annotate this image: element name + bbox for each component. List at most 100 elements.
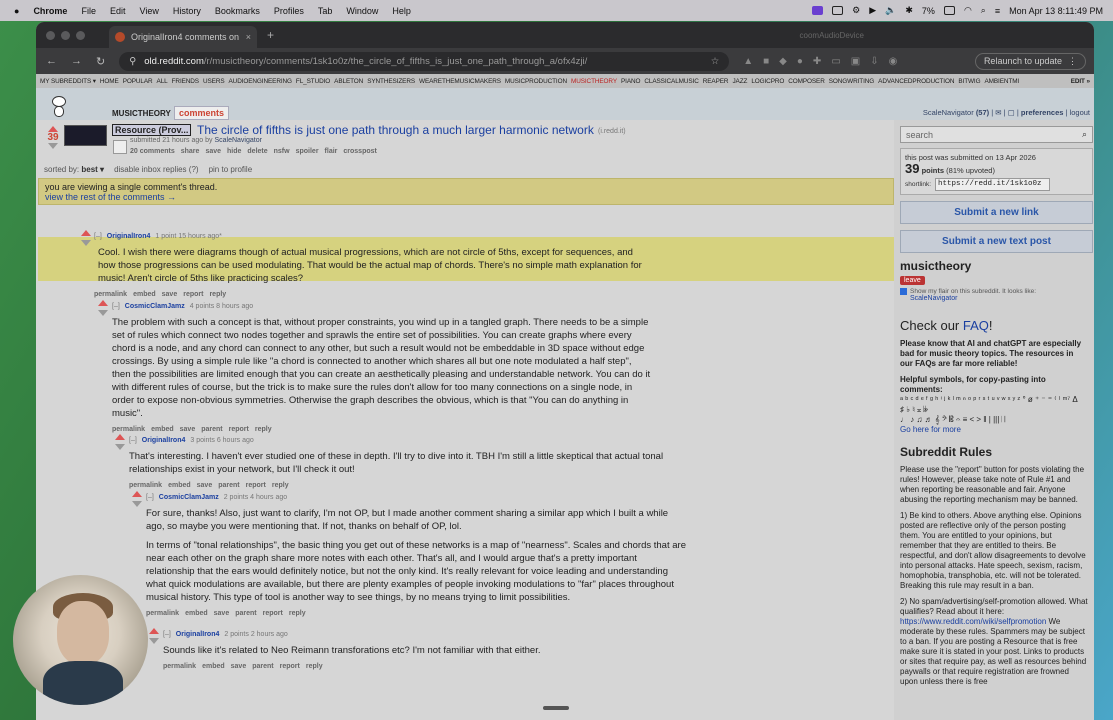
extension-icon[interactable]: ■	[763, 56, 769, 67]
menu-edit[interactable]: Edit	[110, 6, 126, 16]
menu-view[interactable]: View	[139, 6, 158, 16]
battery-icon[interactable]	[943, 6, 955, 15]
puzzle-icon[interactable]: ✚	[813, 56, 821, 67]
menu-bookmarks[interactable]: Bookmarks	[215, 6, 260, 16]
upvote-icon[interactable]	[149, 628, 159, 634]
menu-history[interactable]: History	[173, 6, 201, 16]
webcam-overlay[interactable]	[13, 575, 148, 705]
sr-item[interactable]: BITWIG	[958, 78, 980, 85]
sr-item[interactable]: MY SUBREDDITS ▾	[40, 77, 96, 85]
sr-item[interactable]: CLASSICALMUSIC	[644, 78, 698, 85]
collapse-toggle[interactable]: [–]	[146, 491, 154, 504]
comment-author[interactable]: CosmicClamJamz	[125, 300, 185, 313]
collapse-toggle[interactable]: [–]	[163, 628, 171, 641]
comments-link[interactable]: 20 comments	[130, 148, 175, 155]
sr-item[interactable]: WEARETHEMUSICMAKERS	[419, 78, 501, 85]
menu-window[interactable]: Window	[346, 6, 378, 16]
sr-item[interactable]: FRIENDS	[172, 78, 199, 85]
spoiler-link[interactable]: spoiler	[296, 148, 319, 155]
apple-icon[interactable]: ●	[14, 6, 19, 16]
comment-author[interactable]: OriginalIron4	[142, 434, 186, 447]
play-icon[interactable]: ▶	[869, 5, 876, 16]
collapse-toggle[interactable]: [–]	[129, 434, 137, 447]
view-all-comments-link[interactable]: view the rest of the comments →	[45, 192, 887, 202]
site-info-icon[interactable]: ⚲	[129, 56, 136, 67]
shortlink-field[interactable]: https://redd.it/1sk1o0z	[935, 178, 1051, 191]
sr-item[interactable]: ALL	[157, 78, 168, 85]
sr-item[interactable]: USERS	[203, 78, 225, 85]
embed-link[interactable]: embed	[202, 660, 225, 673]
downvote-icon[interactable]	[98, 310, 108, 316]
reply-link[interactable]: reply	[289, 607, 306, 620]
tab-active[interactable]: OriginalIron4 comments on Th ×	[109, 26, 257, 48]
extension-icon[interactable]: ●	[797, 56, 803, 67]
comment-author[interactable]: OriginalIron4	[107, 230, 151, 243]
faq-link[interactable]: FAQ	[963, 318, 989, 333]
sidepanel-icon[interactable]: ▭	[831, 56, 840, 67]
sr-item[interactable]: REAPER	[703, 78, 729, 85]
relaunch-button[interactable]: Relaunch to update ⋮	[974, 52, 1086, 70]
downvote-icon[interactable]	[132, 501, 142, 507]
reload-icon[interactable]: ↻	[96, 55, 105, 68]
sr-item[interactable]: LOGICPRO	[751, 78, 784, 85]
mail-icon[interactable]: | ✉ | ▢ |	[991, 108, 1021, 117]
share-link[interactable]: share	[181, 148, 200, 155]
scroll-handle[interactable]	[543, 706, 569, 710]
post-thumbnail[interactable]	[64, 125, 107, 146]
sr-edit[interactable]: EDIT »	[1071, 78, 1090, 85]
spotlight-icon[interactable]: ⌕	[981, 5, 986, 16]
menu-tab[interactable]: Tab	[318, 6, 333, 16]
parent-link[interactable]: parent	[252, 660, 273, 673]
menu-app[interactable]: Chrome	[33, 6, 67, 16]
sr-item[interactable]: PIANO	[621, 78, 640, 85]
wifi-icon[interactable]: ◠	[964, 5, 972, 16]
upvote-icon[interactable]	[98, 300, 108, 306]
comment-author[interactable]: CosmicClamJamz	[159, 491, 219, 504]
upvote-icon[interactable]	[115, 434, 125, 440]
downvote-icon[interactable]	[81, 240, 91, 246]
preferences-link[interactable]: preferences	[1021, 108, 1064, 117]
downvote-icon[interactable]	[48, 143, 58, 149]
crosspost-link[interactable]: crosspost	[343, 148, 376, 155]
menu-profiles[interactable]: Profiles	[274, 6, 304, 16]
selfpromotion-link[interactable]: https://www.reddit.com/wiki/selfpromotio…	[900, 617, 1046, 626]
reply-link[interactable]: reply	[306, 660, 323, 673]
sr-item-active[interactable]: MUSICTHEORY	[571, 78, 617, 85]
report-link[interactable]: report	[263, 607, 283, 620]
permalink-link[interactable]: permalink	[163, 660, 196, 673]
permalink-link[interactable]: permalink	[146, 607, 179, 620]
clock[interactable]: Mon Apr 13 8:11:49 PM	[1009, 6, 1103, 16]
download-icon[interactable]: ⇩	[870, 56, 878, 67]
sr-item[interactable]: POPULAR	[123, 78, 153, 85]
sort-dropdown[interactable]: best ▾	[81, 165, 104, 174]
forward-icon[interactable]: →	[71, 55, 82, 68]
collapse-toggle[interactable]: [–]	[94, 230, 102, 243]
new-tab-icon[interactable]: +	[267, 28, 274, 42]
extension-icon[interactable]: ▲	[743, 56, 753, 67]
go-here-link[interactable]: Go here for more	[900, 425, 961, 434]
sr-item[interactable]: COMPOSER	[788, 78, 825, 85]
help-link[interactable]: (?)	[189, 165, 199, 174]
sidebar-sub-name[interactable]: musictheory	[900, 259, 1088, 273]
hide-link[interactable]: hide	[227, 148, 241, 155]
post-domain[interactable]: (i.redd.it)	[598, 128, 626, 135]
sr-item[interactable]: ADVANCEDPRODUCTION	[878, 78, 954, 85]
search-input[interactable]: search ⌕	[900, 126, 1093, 143]
save-link[interactable]: save	[231, 660, 247, 673]
more-menu-icon[interactable]: ⋮	[1068, 56, 1077, 67]
flair-link[interactable]: flair	[325, 148, 338, 155]
sr-item[interactable]: MUSICPRODUCTION	[505, 78, 567, 85]
sr-item[interactable]: AMBIENTMI	[984, 78, 1019, 85]
close-window-button[interactable]	[46, 30, 55, 40]
profile-avatar-icon[interactable]: ◉	[889, 56, 898, 67]
report-link[interactable]: report	[280, 660, 300, 673]
collapse-toggle[interactable]: [–]	[112, 300, 120, 313]
downvote-icon[interactable]	[115, 444, 125, 450]
save-link[interactable]: save	[214, 607, 230, 620]
expando-button[interactable]	[113, 140, 127, 154]
cast-icon[interactable]: ▣	[851, 56, 860, 67]
sr-item[interactable]: ABLETON	[334, 78, 363, 85]
subreddit-name[interactable]: MUSICTHEORY	[112, 109, 171, 118]
bookmark-star-icon[interactable]: ☆	[711, 56, 720, 67]
tab-comments[interactable]: comments	[174, 106, 230, 120]
